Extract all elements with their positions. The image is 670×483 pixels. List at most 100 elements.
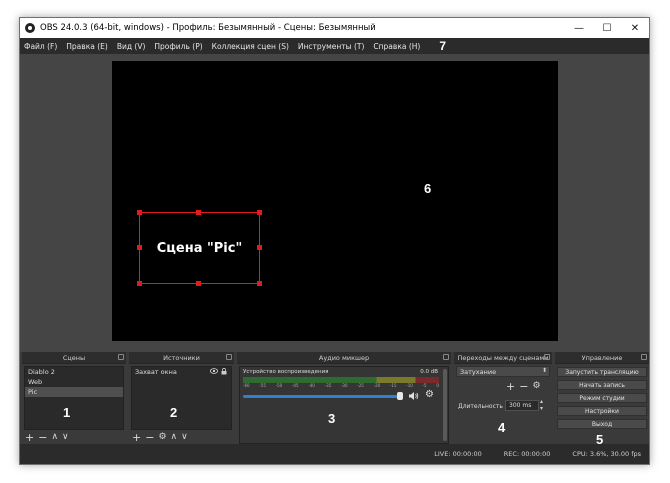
annotation-1: 1	[63, 405, 71, 420]
sources-toolbar: + − ⚙ ∧ ∨	[132, 431, 192, 444]
undock-icon[interactable]	[443, 354, 449, 360]
scale-tick: -25	[357, 383, 364, 388]
sources-dock-title: Источники	[129, 352, 234, 364]
transition-buttons: + − ⚙	[506, 381, 545, 392]
live-status: LIVE: 00:00:00	[434, 450, 482, 458]
source-selection-box[interactable]: Сцена "Pic"	[137, 210, 262, 286]
source-item-label: Захват окна	[135, 368, 177, 376]
studio-mode-button[interactable]: Режим студии	[557, 393, 647, 403]
volume-slider[interactable]	[243, 395, 403, 398]
start-recording-button[interactable]: Начать запись	[557, 380, 647, 390]
resize-handle-b[interactable]	[196, 281, 201, 286]
resize-handle-r[interactable]	[257, 245, 262, 250]
transitions-dock-title: Переходы между сценами	[454, 352, 552, 364]
up-icon[interactable]: ∧	[171, 433, 178, 442]
menu-profile[interactable]: Профиль (P)	[154, 42, 202, 51]
plus-icon[interactable]: +	[132, 432, 141, 443]
plus-icon[interactable]: +	[25, 432, 34, 443]
meter-scale: -60 -55 -50 -45 -40 -35 -30 -25 -20 -15 …	[243, 383, 439, 388]
resize-handle-tr[interactable]	[257, 210, 262, 215]
obs-window: OBS 24.0.3 (64-bit, windows) - Профиль: …	[19, 17, 650, 465]
menu-help[interactable]: Справка (H)	[373, 42, 420, 51]
scale-tick: -55	[259, 383, 266, 388]
source-item-icons	[210, 368, 227, 375]
resize-handle-bl[interactable]	[137, 281, 142, 286]
exit-button[interactable]: Выход	[557, 419, 647, 429]
plus-icon[interactable]: +	[506, 381, 515, 392]
minus-icon[interactable]: −	[519, 381, 528, 392]
sources-dock: Источники Захват окна 2 + − ⚙ ∧ ∨	[129, 352, 234, 446]
down-icon[interactable]: ∨	[62, 433, 69, 442]
annotation-7: 7	[439, 39, 447, 53]
status-bar: LIVE: 00:00:00 REC: 00:00:00 CPU: 3.6%, …	[20, 444, 649, 464]
up-icon[interactable]: ∧	[51, 433, 58, 442]
scene-item[interactable]: Pic	[25, 387, 123, 397]
settings-button[interactable]: Настройки	[557, 406, 647, 416]
scene-item[interactable]: Diablo 2	[25, 367, 123, 377]
mixer-dock-title: Аудио микшер	[237, 352, 451, 364]
menu-tools[interactable]: Инструменты (T)	[298, 42, 365, 51]
close-button[interactable]: ✕	[621, 18, 649, 38]
mixer-device-name: Устройство воспроизведения	[243, 369, 329, 375]
scale-tick: -50	[275, 383, 283, 388]
resize-handle-tl[interactable]	[137, 210, 142, 215]
minimize-button[interactable]: —	[565, 18, 593, 38]
undock-icon[interactable]	[641, 354, 647, 360]
window-title: OBS 24.0.3 (64-bit, windows) - Профиль: …	[40, 23, 376, 33]
scenes-list: Diablo 2 Web Pic 1	[24, 366, 124, 430]
gear-icon[interactable]: ⚙	[425, 389, 434, 400]
annotation-6: 6	[424, 181, 432, 196]
source-label: Сцена "Pic"	[156, 240, 243, 256]
mixer-title-label: Аудио микшер	[318, 353, 370, 362]
transition-select[interactable]: Затухание ⬍	[456, 366, 550, 377]
scale-tick: -10	[406, 383, 413, 388]
cpu-status: CPU: 3.6%, 30.00 fps	[572, 450, 641, 458]
menu-view[interactable]: Вид (V)	[117, 42, 146, 51]
preview-canvas[interactable]: Сцена "Pic" 6	[112, 61, 558, 341]
speaker-icon[interactable]	[408, 391, 419, 401]
menu-scene-collection[interactable]: Коллекция сцен (S)	[212, 42, 289, 51]
scale-tick: -35	[324, 383, 332, 388]
duration-input[interactable]: 300 ms	[505, 400, 539, 411]
rec-status: REC: 00:00:00	[503, 450, 551, 458]
scale-tick: -45	[291, 383, 299, 388]
audio-mixer-dock: Аудио микшер Устройство воспроизведения …	[237, 352, 451, 446]
duration-label: Длительность	[458, 403, 503, 410]
scenes-dock: Сцены Diablo 2 Web Pic 1 + − ∧ ∨	[22, 352, 126, 446]
resize-handle-t[interactable]	[196, 210, 201, 215]
volume-slider-thumb[interactable]	[397, 392, 403, 400]
mixer-scrollbar[interactable]	[443, 369, 447, 441]
transitions-dock: Переходы между сценами Затухание ⬍ + − ⚙…	[454, 352, 552, 446]
scale-tick: -15	[389, 383, 397, 388]
annotation-4: 4	[498, 420, 506, 435]
minus-icon[interactable]: −	[145, 432, 154, 443]
start-streaming-button[interactable]: Запустить трансляцию	[557, 367, 647, 377]
maximize-button[interactable]: ☐	[593, 18, 621, 38]
gear-icon[interactable]: ⚙	[158, 433, 166, 442]
resize-handle-l[interactable]	[137, 245, 142, 250]
undock-icon[interactable]	[118, 354, 124, 360]
scale-tick: -30	[340, 383, 348, 388]
resize-handle-br[interactable]	[257, 281, 262, 286]
minus-icon[interactable]: −	[38, 432, 47, 443]
transition-select-value: Затухание	[460, 367, 497, 376]
duration-spinner[interactable]: ▴ ▾	[540, 398, 543, 412]
menu-edit[interactable]: Правка (E)	[66, 42, 108, 51]
preview-area: Сцена "Pic" 6	[20, 54, 649, 352]
lock-icon[interactable]	[221, 368, 227, 375]
scenes-dock-title: Сцены	[22, 352, 126, 364]
mixer-level: 0.0 dB	[420, 369, 438, 375]
gear-icon[interactable]: ⚙	[532, 382, 540, 391]
down-icon[interactable]: ∨	[181, 433, 188, 442]
undock-icon[interactable]	[544, 354, 550, 360]
scene-item[interactable]: Web	[25, 377, 123, 387]
eye-icon[interactable]	[210, 368, 218, 374]
controls-title-label: Управление	[581, 353, 623, 362]
scale-tick: -40	[308, 383, 315, 388]
undock-icon[interactable]	[226, 354, 232, 360]
menu-file[interactable]: Файл (F)	[24, 42, 57, 51]
annotation-3: 3	[328, 411, 336, 426]
chevron-updown-icon: ⬍	[541, 367, 547, 374]
scale-tick: -5	[422, 383, 427, 388]
title-bar: OBS 24.0.3 (64-bit, windows) - Профиль: …	[20, 18, 649, 38]
